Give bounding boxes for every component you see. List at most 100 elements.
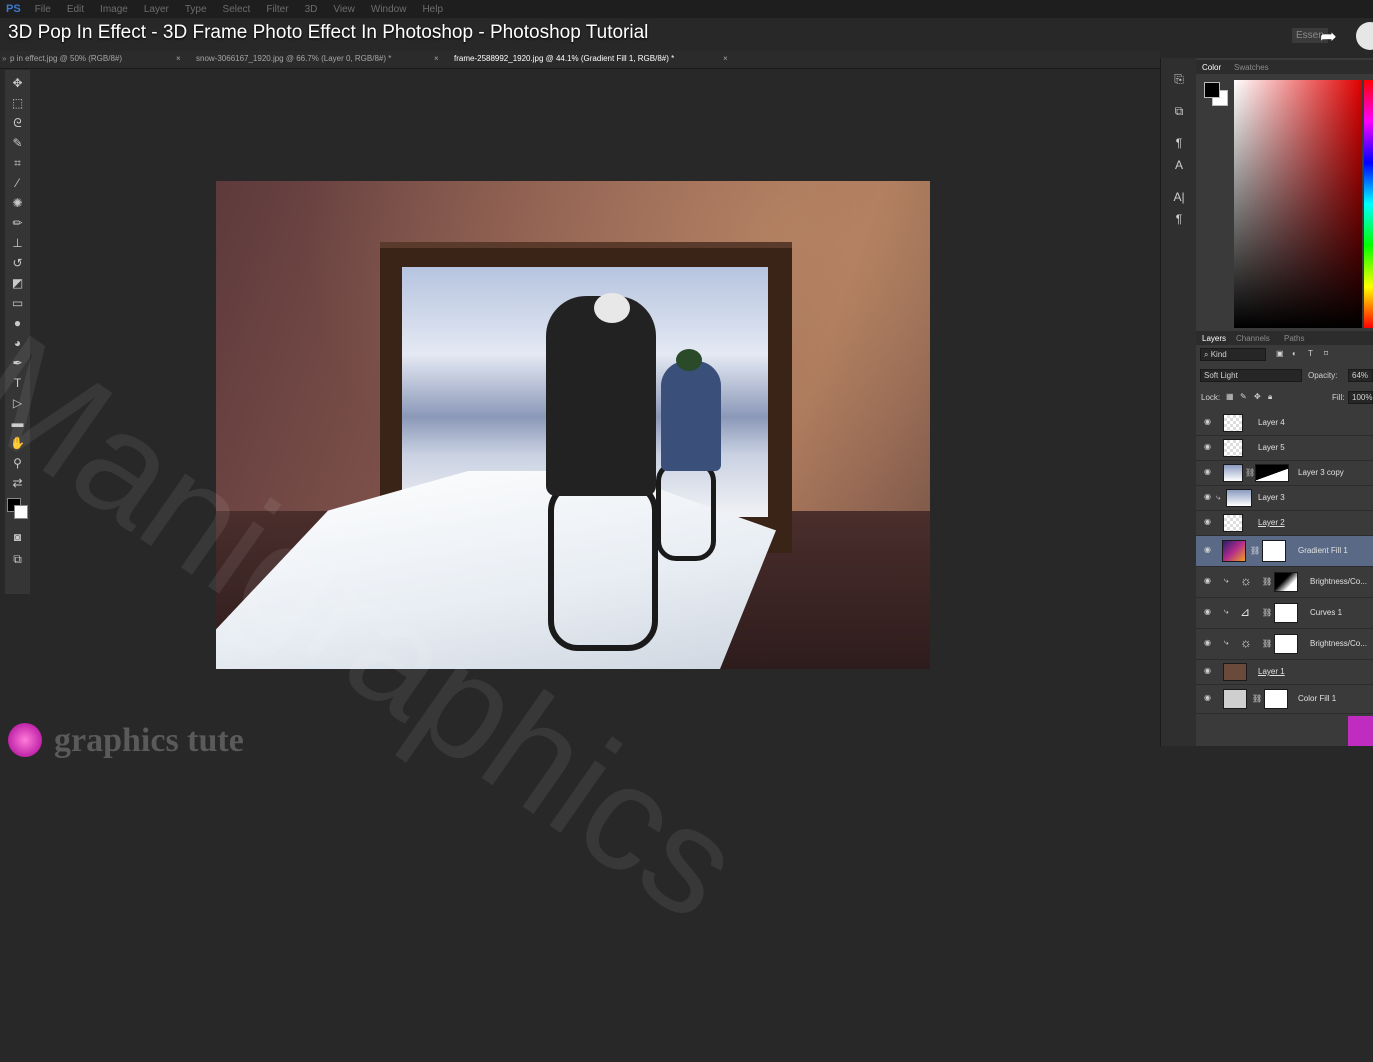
link-chain-icon[interactable]: ⛓: [1245, 468, 1255, 477]
eye-icon[interactable]: ◉: [1204, 608, 1212, 616]
layer-thumbnail: [1226, 489, 1252, 507]
lasso-tool-icon[interactable]: ᘓ: [7, 114, 28, 132]
layer-mask-thumbnail: [1264, 689, 1288, 709]
tab-close-icon[interactable]: ×: [176, 54, 181, 63]
eye-icon[interactable]: ◉: [1204, 577, 1212, 585]
layer-row[interactable]: ◉ ⤷ ☼ ⛓ Brightness/Co...: [1196, 567, 1373, 598]
corner-brand-icon: [1348, 716, 1373, 746]
tab-pop-in-effect[interactable]: p in effect.jpg @ 50% (RGB/8#): [10, 54, 122, 63]
link-chain-icon[interactable]: ⛓: [1252, 694, 1262, 703]
clip-arrow-icon: ⤷: [1224, 638, 1229, 647]
lock-all-icon[interactable]: 🔒︎: [1268, 392, 1272, 402]
quick-select-tool-icon[interactable]: ✎: [7, 134, 28, 152]
link-chain-icon[interactable]: ⛓: [1250, 546, 1260, 555]
document-tab-bar: » p in effect.jpg @ 50% (RGB/8#) × snow-…: [0, 51, 1160, 69]
lock-position-icon[interactable]: ✥: [1254, 392, 1261, 401]
layer-row[interactable]: ◉ ⤷ ⊿ ⛓ Curves 1: [1196, 598, 1373, 629]
history-panel-icon[interactable]: ⎘: [1169, 70, 1189, 88]
menu-file[interactable]: File: [35, 4, 51, 15]
layer-row[interactable]: ◉ Layer 4: [1196, 411, 1373, 436]
eye-icon[interactable]: ◉: [1204, 468, 1212, 476]
lock-label: Lock:: [1201, 393, 1221, 402]
marquee-tool-icon[interactable]: ⬚: [7, 94, 28, 112]
video-title: 3D Pop In Effect - 3D Frame Photo Effect…: [8, 22, 649, 43]
link-chain-icon[interactable]: ⛓: [1262, 577, 1272, 586]
menu-3d[interactable]: 3D: [305, 4, 318, 15]
healing-tool-icon[interactable]: ✺: [7, 194, 28, 212]
layer-thumbnail: [1223, 414, 1243, 432]
tab-layers[interactable]: Layers: [1202, 334, 1226, 343]
filter-pixel-icon[interactable]: ▣: [1276, 349, 1284, 358]
link-chain-icon[interactable]: ⛓: [1262, 639, 1272, 648]
foreground-swatch[interactable]: [1204, 82, 1220, 98]
filter-type-icon[interactable]: T: [1308, 349, 1313, 358]
layer-name: Layer 5: [1258, 443, 1285, 452]
eye-icon[interactable]: ◉: [1204, 694, 1212, 702]
tab-snow[interactable]: snow-3066167_1920.jpg @ 66.7% (Layer 0, …: [196, 54, 391, 63]
menu-image[interactable]: Image: [100, 4, 128, 15]
kind-filter-select[interactable]: ⌕ Kind: [1200, 348, 1266, 361]
layer-row[interactable]: ◉ ⤷ Layer 3: [1196, 486, 1373, 511]
eye-icon[interactable]: ◉: [1204, 639, 1212, 647]
tab-close-icon[interactable]: ×: [723, 54, 728, 63]
eraser-tool-icon[interactable]: ◩: [7, 274, 28, 292]
layer-row-selected[interactable]: ◉ ⛓ Gradient Fill 1: [1196, 536, 1373, 567]
video-control-button[interactable]: [1356, 22, 1373, 50]
filter-shape-icon[interactable]: ⌑: [1324, 349, 1328, 358]
layer-mask-thumbnail: [1255, 464, 1289, 482]
eye-icon[interactable]: ◉: [1204, 493, 1212, 501]
lock-pixels-icon[interactable]: ✎: [1240, 392, 1247, 401]
history-brush-tool-icon[interactable]: ↺: [7, 254, 28, 272]
tab-paths[interactable]: Paths: [1284, 334, 1304, 343]
character-panel-icon[interactable]: A|: [1169, 188, 1189, 206]
layer-row[interactable]: ◉ Layer 5: [1196, 436, 1373, 461]
paragraph-panel-icon[interactable]: ¶: [1169, 210, 1189, 228]
opacity-input[interactable]: 64%: [1348, 369, 1373, 382]
hue-slider[interactable]: [1364, 80, 1373, 328]
layer-row[interactable]: ◉ ⛓ Color Fill 1: [1196, 685, 1373, 714]
paragraph-style-icon[interactable]: ¶: [1169, 134, 1189, 152]
menu-help[interactable]: Help: [422, 4, 443, 15]
filter-adjustment-icon[interactable]: ◐: [1292, 349, 1297, 358]
tab-channels[interactable]: Channels: [1236, 334, 1270, 343]
tab-scroll-icon[interactable]: »: [2, 54, 6, 63]
brush-presets-icon[interactable]: ⧉: [1169, 102, 1189, 120]
eye-icon[interactable]: ◉: [1204, 443, 1212, 451]
character-style-icon[interactable]: A: [1169, 156, 1189, 174]
menu-select[interactable]: Select: [223, 4, 251, 15]
link-chain-icon[interactable]: ⛓: [1262, 608, 1272, 617]
eyedropper-tool-icon[interactable]: ⁄: [7, 174, 28, 192]
eye-icon[interactable]: ◉: [1204, 418, 1212, 426]
eye-icon[interactable]: ◉: [1204, 518, 1212, 526]
tab-swatches[interactable]: Swatches: [1234, 63, 1269, 72]
menu-layer[interactable]: Layer: [144, 4, 169, 15]
eye-icon[interactable]: ◉: [1204, 546, 1212, 554]
rear-cyclist-helmet: [676, 349, 702, 371]
layer-row[interactable]: ◉ ⤷ ☼ ⛓ Brightness/Co...: [1196, 629, 1373, 660]
brush-tool-icon[interactable]: ✏: [7, 214, 28, 232]
eye-icon[interactable]: ◉: [1204, 667, 1212, 675]
layer-row[interactable]: ◉ ⛓ Layer 3 copy: [1196, 461, 1373, 486]
menu-window[interactable]: Window: [371, 4, 407, 15]
color-fg-bg[interactable]: [1204, 82, 1228, 106]
move-tool-icon[interactable]: ✥: [7, 74, 28, 92]
gradient-tool-icon[interactable]: ▭: [7, 294, 28, 312]
layer-row[interactable]: ◉ Layer 1: [1196, 660, 1373, 685]
layer-row[interactable]: ◉ Layer 2: [1196, 511, 1373, 536]
panel-dock: ⎘ ⧉ ¶ A A| ¶: [1160, 58, 1196, 746]
fill-input[interactable]: 100%: [1348, 391, 1373, 404]
menu-view[interactable]: View: [333, 4, 355, 15]
tab-close-icon[interactable]: ×: [434, 54, 439, 63]
blend-mode-select[interactable]: Soft Light: [1200, 369, 1302, 382]
lock-transparency-icon[interactable]: ▦: [1226, 392, 1234, 401]
tab-frame[interactable]: frame-2588992_1920.jpg @ 44.1% (Gradient…: [454, 54, 674, 63]
tab-color[interactable]: Color: [1202, 63, 1221, 72]
menu-type[interactable]: Type: [185, 4, 207, 15]
layer-thumbnail: [1223, 439, 1243, 457]
crop-tool-icon[interactable]: ⌗: [7, 154, 28, 172]
menu-edit[interactable]: Edit: [67, 4, 84, 15]
share-arrow-icon[interactable]: ➦: [1320, 24, 1337, 49]
menu-filter[interactable]: Filter: [266, 4, 288, 15]
color-picker-field[interactable]: [1234, 80, 1362, 328]
stamp-tool-icon[interactable]: ⊥: [7, 234, 28, 252]
